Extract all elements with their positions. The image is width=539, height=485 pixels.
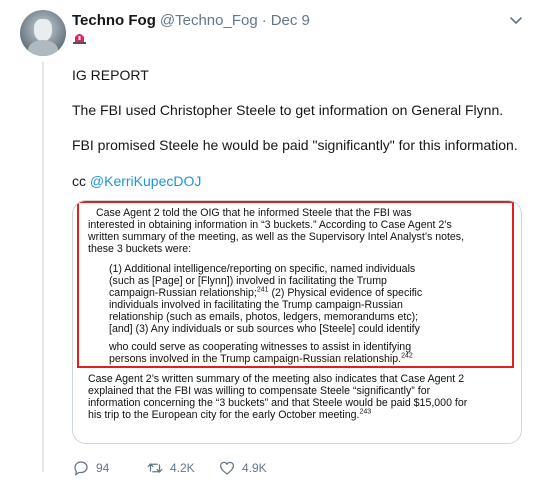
doc-line: interested in obtaining information in “…: [88, 219, 452, 231]
thread-line: [42, 62, 44, 472]
retweet-count: 4.2K: [170, 461, 195, 475]
reply-count: 94: [96, 461, 110, 475]
retweet-button[interactable]: 4.2K: [146, 459, 218, 477]
tweet-date[interactable]: Dec 9: [271, 12, 310, 29]
doc-line: explained that the FBI was willing to co…: [88, 385, 431, 397]
reply-icon: [74, 461, 88, 476]
author-name[interactable]: Techno Fog: [72, 12, 156, 29]
footnote-ref: 243: [359, 408, 372, 416]
doc-line: campaign-Russian relationship;241 (2) Ph…: [109, 286, 423, 299]
separator-dot: ·: [261, 11, 267, 29]
doc-line: his trip to the European city for the ea…: [88, 408, 372, 421]
doc-line: Case Agent 2 told the OIG that he inform…: [96, 207, 412, 219]
footnote-ref: 242: [401, 352, 413, 360]
like-icon: [219, 461, 235, 475]
tweet-actions: 94 4.2K 4.9K: [72, 459, 267, 477]
siren-icon: [73, 34, 86, 44]
doc-line: who could serve as cooperating witnesses…: [109, 341, 412, 353]
author-handle[interactable]: @Techno_Fog: [160, 12, 258, 29]
doc-line: (1) Additional intelligence/reporting on…: [109, 263, 416, 275]
doc-line: relationship (such as emails, photos, le…: [109, 311, 419, 323]
doc-line: written summary of the meeting, as well …: [88, 231, 465, 243]
tweet-text-line: The FBI used Christopher Steele to get i…: [72, 102, 504, 118]
mention-link[interactable]: @KerriKupecDOJ: [90, 173, 201, 189]
chevron-down-icon[interactable]: [508, 12, 524, 28]
doc-line: these 3 buckets were:: [88, 243, 192, 255]
tweet-cc-line: cc @KerriKupecDOJ: [72, 172, 522, 190]
doc-line: information concerning the “3 buckets” a…: [88, 397, 468, 409]
document-excerpt: Case Agent 2 told the OIG that he inform…: [73, 201, 521, 443]
footnote-ref: 241: [256, 286, 269, 294]
tweet-image[interactable]: Case Agent 2 told the OIG that he inform…: [72, 200, 522, 444]
doc-line: Case Agent 2’s written summary of the me…: [88, 373, 465, 385]
doc-line: [and] (3) Any individuals or sub sources…: [109, 323, 420, 335]
cc-prefix: cc: [72, 173, 90, 189]
doc-line: persons involved in the Trump campaign-R…: [109, 352, 413, 365]
avatar[interactable]: [20, 10, 66, 56]
like-button[interactable]: 4.9K: [218, 459, 267, 477]
tweet-text-line: FBI promised Steele he would be paid "si…: [72, 137, 518, 153]
like-count: 4.9K: [242, 461, 267, 475]
reply-button[interactable]: 94: [72, 459, 146, 477]
retweet-icon: [147, 463, 163, 473]
doc-line: individuals involved in facilitating the…: [109, 299, 403, 311]
tweet-header: Techno Fog @Techno_Fog · Dec 9: [72, 10, 310, 30]
doc-line: (such as [Page] or [Flynn]) involved in …: [109, 275, 387, 287]
tweet-text-line: IG REPORT: [72, 67, 149, 83]
